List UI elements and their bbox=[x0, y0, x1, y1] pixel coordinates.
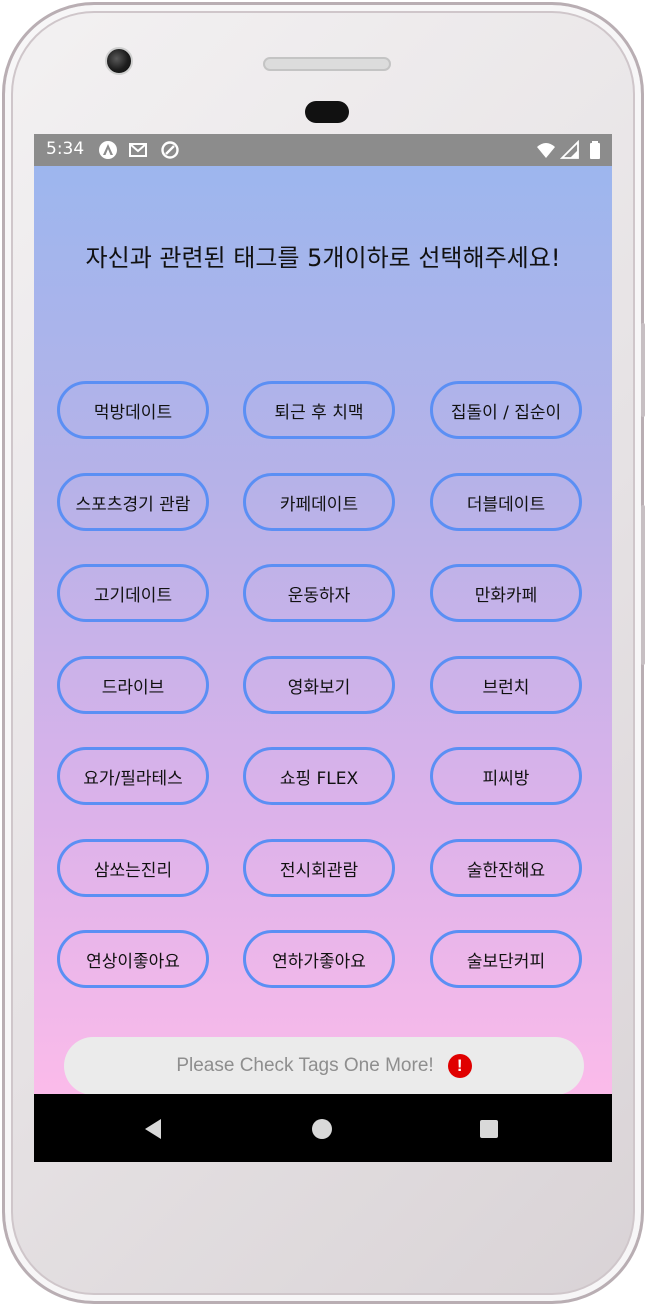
device-screen: 5:34 자신과 관련된 태그를 5개이하로 선택해주세요! 먹방데이트 퇴근 후… bbox=[34, 134, 612, 1162]
tag-button[interactable]: 더블데이트 bbox=[430, 473, 582, 531]
tag-button[interactable]: 드라이브 bbox=[57, 656, 209, 714]
tag-button[interactable]: 쇼핑 FLEX bbox=[243, 747, 395, 805]
home-icon[interactable] bbox=[309, 1116, 335, 1142]
tag-button[interactable]: 전시회관람 bbox=[243, 839, 395, 897]
navigation-bar bbox=[34, 1094, 612, 1162]
tag-button[interactable]: 스포츠경기 관람 bbox=[57, 473, 209, 531]
page-title: 자신과 관련된 태그를 5개이하로 선택해주세요! bbox=[85, 244, 561, 272]
wifi-icon bbox=[537, 143, 555, 158]
tag-button[interactable]: 연하가좋아요 bbox=[243, 930, 395, 988]
tag-button[interactable]: 브런치 bbox=[430, 656, 582, 714]
tag-button[interactable]: 집돌이 / 집순이 bbox=[430, 381, 582, 439]
tag-button[interactable]: 운동하자 bbox=[243, 564, 395, 622]
power-button bbox=[641, 323, 645, 417]
battery-icon bbox=[590, 141, 600, 159]
cellular-icon bbox=[560, 140, 579, 159]
tag-button[interactable]: 카페데이트 bbox=[243, 473, 395, 531]
tag-button[interactable]: 영화보기 bbox=[243, 656, 395, 714]
toast-message: Please Check Tags One More! ! bbox=[64, 1037, 584, 1095]
tag-button[interactable]: 술한잔해요 bbox=[430, 839, 582, 897]
tag-button[interactable]: 요가/필라테스 bbox=[57, 747, 209, 805]
tag-button[interactable]: 피씨방 bbox=[430, 747, 582, 805]
android-auto-icon bbox=[99, 141, 117, 159]
gmail-icon bbox=[129, 143, 147, 157]
volume-button bbox=[641, 505, 645, 665]
recents-icon[interactable] bbox=[476, 1116, 502, 1142]
sync-icon bbox=[161, 141, 179, 159]
tag-button[interactable]: 만화카페 bbox=[430, 564, 582, 622]
tag-button[interactable]: 삼쏘는진리 bbox=[57, 839, 209, 897]
front-camera bbox=[105, 47, 133, 75]
tag-button[interactable]: 술보단커피 bbox=[430, 930, 582, 988]
toast-text: Please Check Tags One More! bbox=[176, 1055, 434, 1076]
tag-selection-screen: 자신과 관련된 태그를 5개이하로 선택해주세요! 먹방데이트 퇴근 후 치맥 집돌… bbox=[34, 166, 612, 1095]
proximity-sensor bbox=[305, 101, 349, 123]
error-icon: ! bbox=[447, 1054, 472, 1078]
earpiece-speaker bbox=[263, 57, 391, 71]
tag-button[interactable]: 퇴근 후 치맥 bbox=[243, 381, 395, 439]
status-time: 5:34 bbox=[46, 139, 85, 159]
status-bar: 5:34 bbox=[34, 134, 612, 166]
tag-button[interactable]: 고기데이트 bbox=[57, 564, 209, 622]
tag-button[interactable]: 먹방데이트 bbox=[57, 381, 209, 439]
back-icon[interactable] bbox=[141, 1116, 167, 1142]
tag-button[interactable]: 연상이좋아요 bbox=[57, 930, 209, 988]
